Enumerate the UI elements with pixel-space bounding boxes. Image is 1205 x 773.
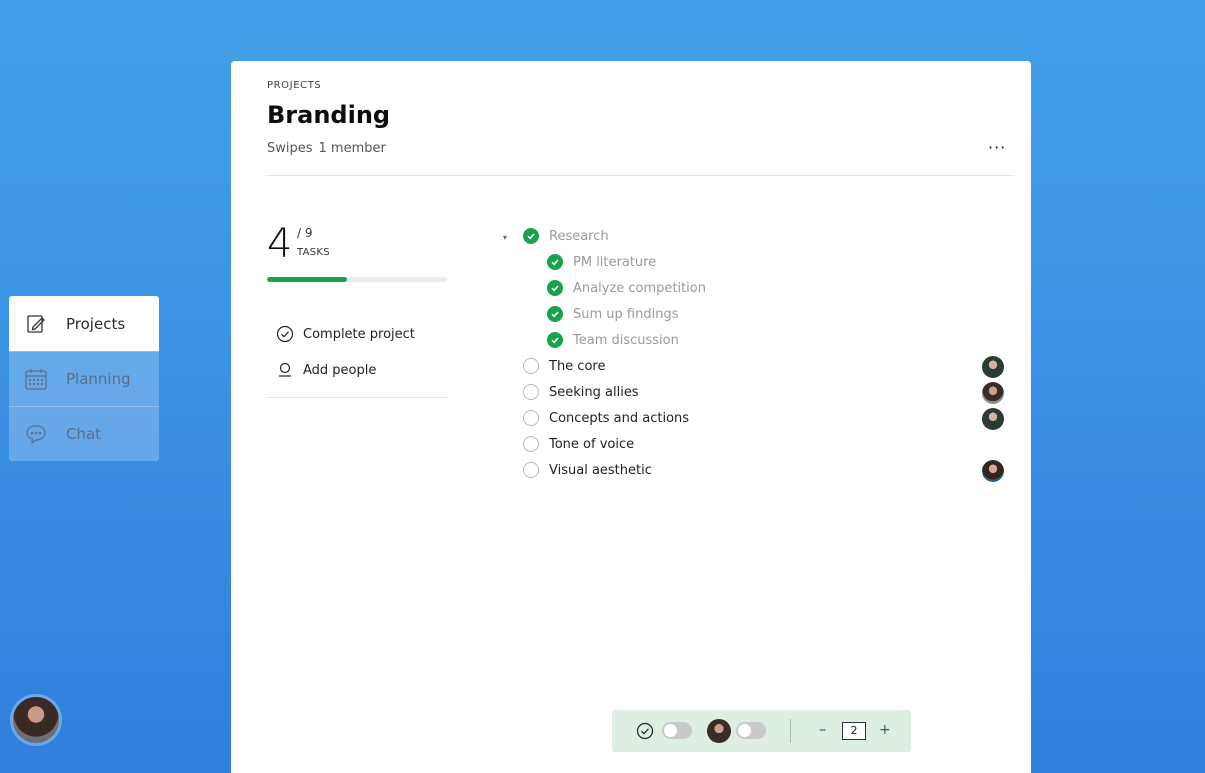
- add-people-button[interactable]: Add people: [276, 361, 376, 379]
- subtask-item[interactable]: Team discussion: [547, 332, 679, 348]
- task-item[interactable]: Concepts and actions: [523, 410, 689, 426]
- task-label: The core: [549, 358, 606, 374]
- tasks-total-count: / 9: [297, 226, 313, 240]
- task-checkbox[interactable]: [547, 254, 563, 270]
- assignee-avatar[interactable]: [982, 460, 1004, 482]
- toolbar-divider: [790, 719, 791, 743]
- task-checkbox[interactable]: [523, 410, 539, 426]
- task-item[interactable]: Seeking allies: [523, 384, 639, 400]
- task-item[interactable]: The core: [523, 358, 605, 374]
- nav-label-planning: Planning: [66, 370, 131, 388]
- task-label: Visual aesthetic: [549, 462, 652, 478]
- filter-toolbar: – 2 +: [612, 710, 911, 752]
- task-checkbox[interactable]: [523, 436, 539, 452]
- nav-label-projects: Projects: [66, 314, 126, 333]
- assignee-avatar[interactable]: [982, 408, 1004, 430]
- nav-label-chat: Chat: [66, 425, 102, 443]
- task-label: Concepts and actions: [549, 410, 690, 426]
- task-checkbox[interactable]: [547, 306, 563, 322]
- increment-button[interactable]: +: [879, 722, 891, 738]
- check-circle-icon: [276, 325, 294, 343]
- nav-item-projects[interactable]: Projects: [9, 296, 159, 351]
- person-icon: [276, 361, 294, 379]
- member-count[interactable]: 1 member: [319, 141, 386, 156]
- task-item[interactable]: Visual aesthetic: [523, 462, 652, 478]
- workspace-name: Swipes: [267, 141, 313, 156]
- assignee-avatar[interactable]: [982, 382, 1004, 404]
- toggle-knob: [738, 724, 751, 737]
- task-checkbox[interactable]: [547, 280, 563, 296]
- project-meta: Swipes 1 member: [267, 141, 386, 156]
- header-divider: [267, 175, 1013, 176]
- task-checkbox[interactable]: [523, 358, 539, 374]
- check-circle-icon: [636, 722, 654, 740]
- side-nav: Projects Planning Chat: [9, 296, 159, 461]
- complete-project-button[interactable]: Complete project: [276, 325, 415, 343]
- task-label: Seeking allies: [549, 384, 639, 400]
- chat-bubble-icon: [23, 421, 49, 447]
- subtask-item[interactable]: PM literature: [547, 254, 656, 270]
- more-options-button[interactable]: ···: [988, 138, 1006, 157]
- calendar-icon: [23, 366, 49, 392]
- task-label: Tone of voice: [549, 436, 635, 452]
- task-checkbox[interactable]: [547, 332, 563, 348]
- collapse-caret-icon[interactable]: ▾: [503, 233, 507, 242]
- task-label: PM literature: [573, 254, 657, 270]
- subtask-item[interactable]: Analyze competition: [547, 280, 706, 296]
- add-people-label: Add people: [303, 362, 377, 378]
- complete-project-label: Complete project: [303, 326, 415, 342]
- edit-note-icon: [23, 311, 49, 337]
- project-card: PROJECTS Branding Swipes 1 member ··· 4 /…: [231, 61, 1031, 773]
- user-avatar[interactable]: [10, 694, 62, 746]
- subtask-item[interactable]: Sum up findings: [547, 306, 678, 322]
- task-label: Research: [549, 228, 609, 244]
- toggle-knob: [664, 724, 677, 737]
- page-title: Branding: [267, 101, 391, 129]
- nav-item-chat[interactable]: Chat: [9, 406, 159, 461]
- show-completed-toggle[interactable]: [662, 722, 692, 739]
- assignee-filter-avatar: [707, 719, 731, 743]
- actions-divider: [266, 397, 447, 398]
- task-item-research[interactable]: Research: [523, 228, 609, 244]
- decrement-button[interactable]: –: [819, 722, 826, 738]
- task-item[interactable]: Tone of voice: [523, 436, 634, 452]
- tasks-done-count: 4: [267, 221, 293, 267]
- task-checkbox[interactable]: [523, 228, 539, 244]
- nav-item-planning[interactable]: Planning: [9, 351, 159, 406]
- stepper-value-field[interactable]: 2: [842, 722, 866, 740]
- progress-bar-fill: [267, 277, 347, 282]
- progress-bar: [267, 277, 447, 282]
- assigned-to-me-toggle[interactable]: [736, 722, 766, 739]
- assignee-avatar[interactable]: [982, 356, 1004, 378]
- breadcrumb[interactable]: PROJECTS: [267, 80, 321, 91]
- task-checkbox[interactable]: [523, 462, 539, 478]
- task-label: Sum up findings: [573, 306, 679, 322]
- task-label: Analyze competition: [573, 280, 706, 296]
- tasks-label: TASKS: [297, 247, 330, 258]
- task-label: Team discussion: [573, 332, 679, 348]
- task-checkbox[interactable]: [523, 384, 539, 400]
